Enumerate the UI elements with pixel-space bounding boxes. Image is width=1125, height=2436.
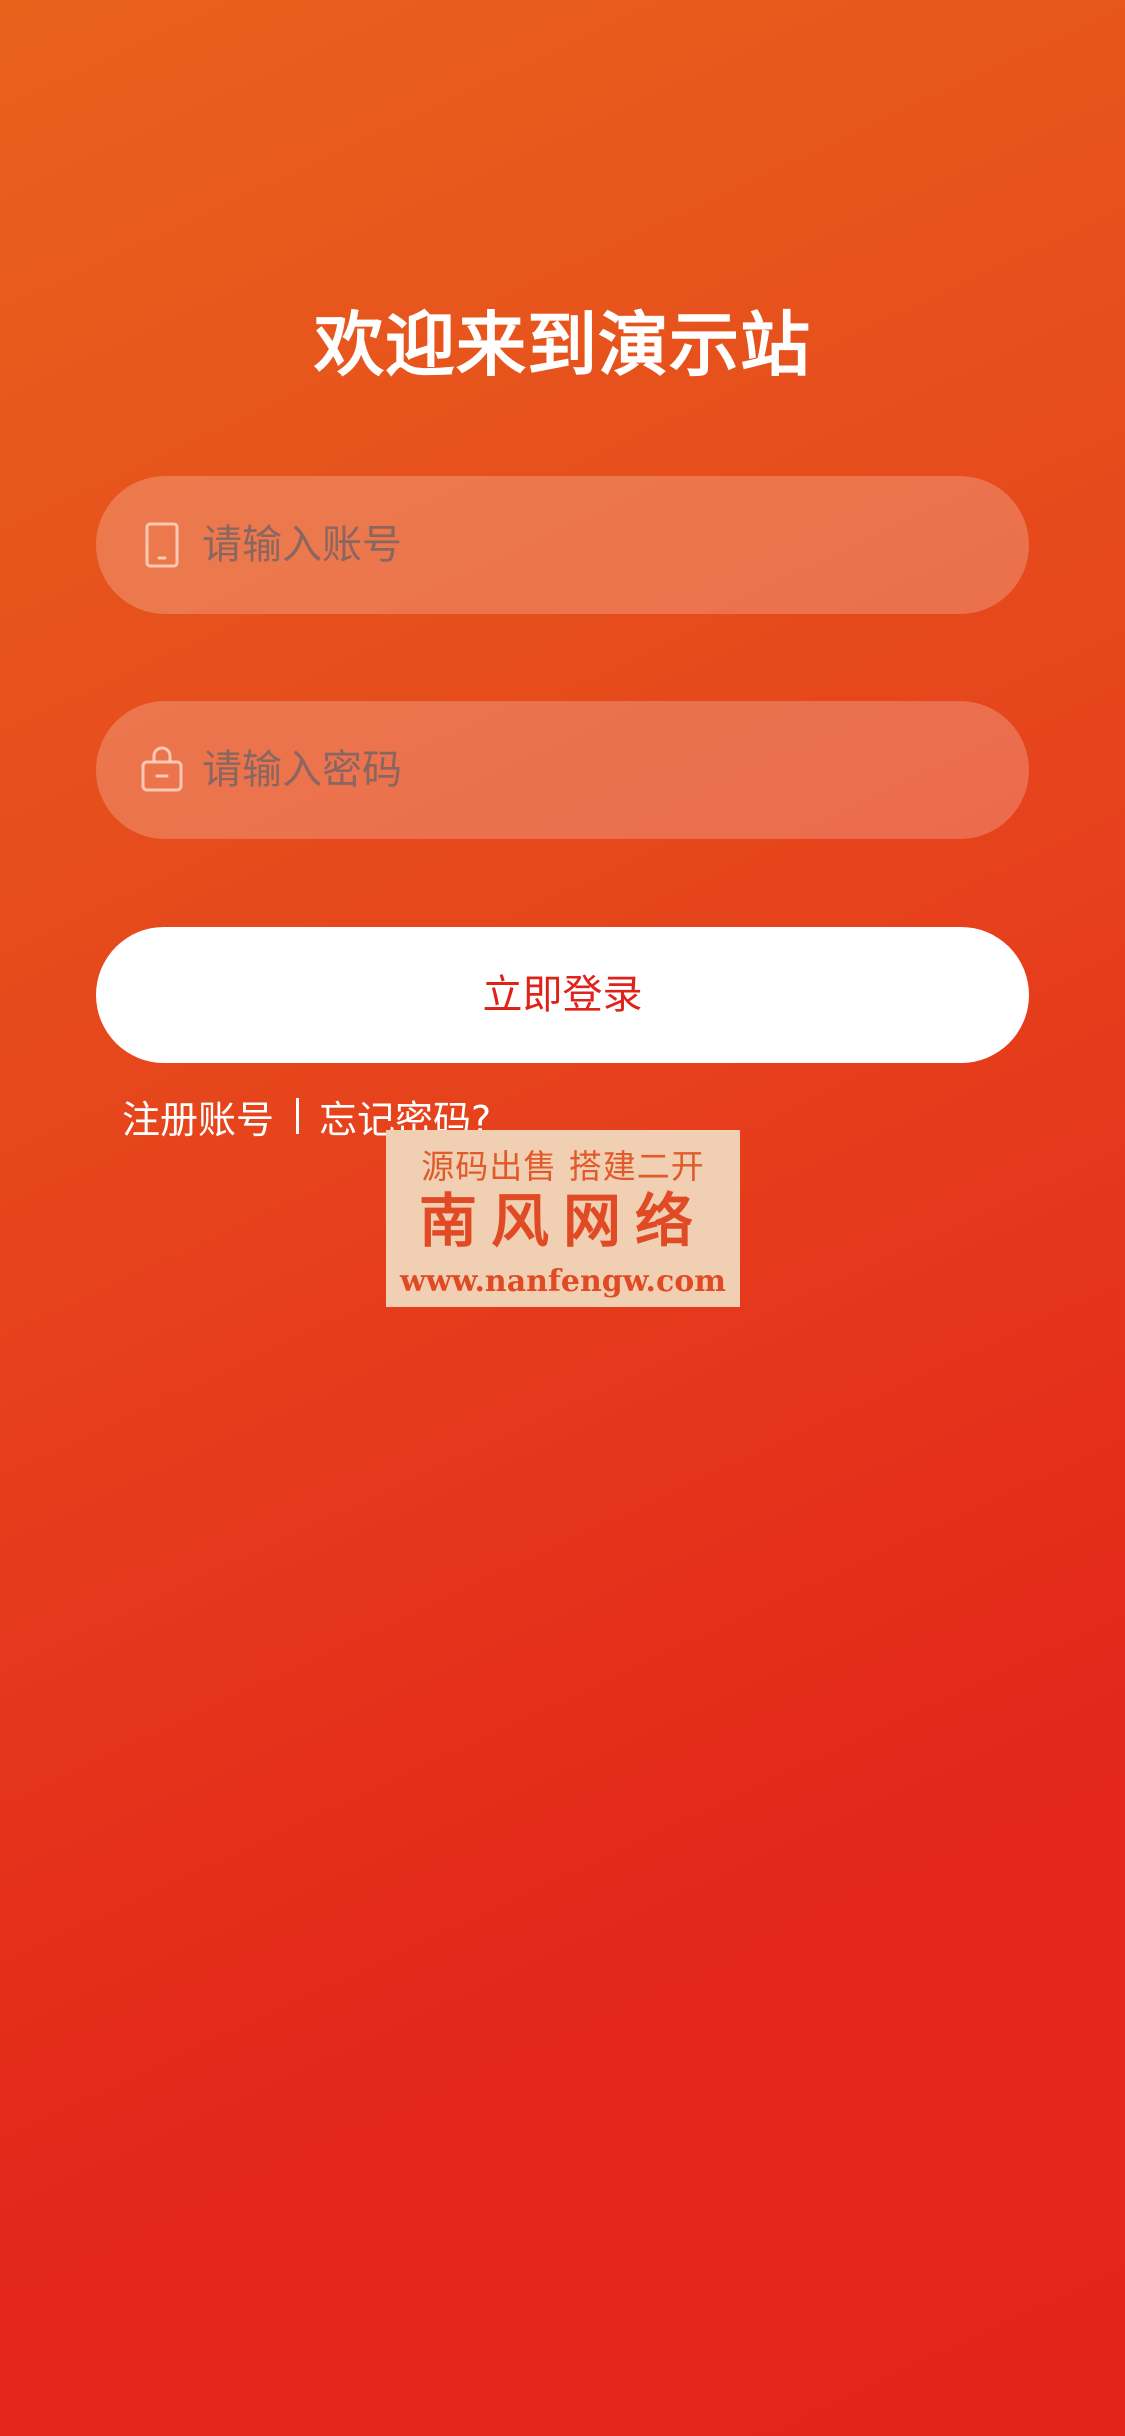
lock-icon <box>141 746 183 792</box>
watermark-brand: 南风网络 <box>418 1187 707 1255</box>
watermark-badge: 源码出售 搭建二开 南风网络 www.nanfengw.com <box>386 1130 740 1307</box>
password-input[interactable] <box>202 701 982 839</box>
page-title: 欢迎来到演示站 <box>314 304 811 386</box>
account-input[interactable] <box>202 476 982 614</box>
links-divider <box>296 1098 300 1134</box>
login-page: 欢迎来到演示站 立即登录 注册账号 忘记密码? 源码出售 搭建二开 南风网络 w… <box>0 0 1125 2436</box>
watermark-url: www.nanfengw.com <box>399 1264 726 1299</box>
password-field[interactable] <box>96 701 1029 839</box>
account-field[interactable] <box>96 476 1029 614</box>
watermark-tagline: 源码出售 搭建二开 <box>421 1147 705 1186</box>
register-link[interactable]: 注册账号 <box>122 1089 274 1144</box>
login-button[interactable]: 立即登录 <box>96 927 1029 1063</box>
phone-icon <box>145 522 179 568</box>
